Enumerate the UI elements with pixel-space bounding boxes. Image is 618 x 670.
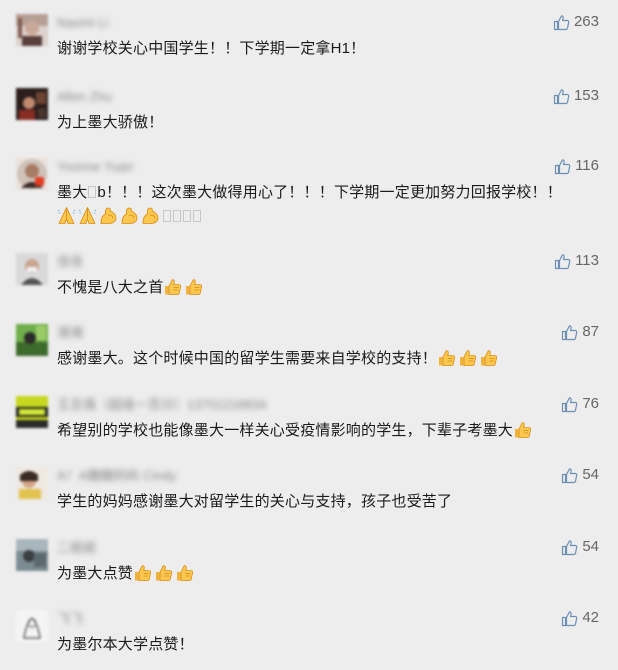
comment-list: Naomi Li 263 谢谢学校关心中国学生！！下学期一定拿H1！ Allen… [0, 0, 618, 670]
avatar[interactable] [16, 610, 48, 642]
like-count: 54 [582, 538, 599, 555]
flexed-biceps-emoji [141, 206, 160, 225]
like-button[interactable]: 76 [561, 394, 599, 414]
comment-text-segment: 为墨大点赞 [57, 565, 134, 582]
missing-glyph-icon [183, 210, 191, 222]
comment-text: 谢谢学校关心中国学生！！下学期一定拿H1！ [57, 37, 572, 61]
missing-glyph-icon [193, 210, 201, 222]
missing-glyph-icon [173, 210, 181, 222]
comment-text: 不愧是八大之首 [57, 276, 572, 300]
avatar[interactable] [16, 88, 48, 120]
like-button[interactable]: 54 [561, 465, 599, 485]
missing-glyph-icon [88, 186, 97, 198]
comment-text: 墨大 b！！！这次墨大做得用心了！！！下学期一定更加努力回报学校！！ [57, 181, 572, 229]
comment-text-segment: 墨大 [57, 184, 88, 201]
folded-hands-emoji [57, 206, 76, 225]
comment-text-segment: 为上墨大骄傲！ [57, 114, 164, 131]
commenter-name[interactable]: Allen Zhu [57, 90, 112, 104]
thumbs-up-emoji [133, 563, 152, 582]
commenter-name[interactable]: Yvonne Yuan [57, 160, 133, 174]
comment-text-segment: 为墨尔本大学点赞！ [57, 636, 194, 653]
avatar[interactable] [16, 539, 48, 571]
thumbs-up-emoji [437, 348, 456, 367]
flexed-biceps-emoji [120, 206, 139, 225]
comment-text: 学生的妈妈感谢墨大对留学生的关心与支持，孩子也受苦了 [57, 490, 572, 514]
thumbs-up-emoji [513, 420, 532, 439]
like-button[interactable]: 263 [553, 12, 599, 32]
like-count: 87 [582, 323, 599, 340]
like-button[interactable]: 54 [561, 537, 599, 557]
like-button[interactable]: 153 [553, 86, 599, 106]
thumbs-up-icon [561, 467, 578, 484]
commenter-name[interactable]: A！A糖糖妈妈 Cindy [57, 469, 176, 483]
commenter-name[interactable]: 飞飞 [57, 612, 83, 626]
comment-text: 为墨尔本大学点赞！ [57, 633, 572, 657]
comment-text: 感谢墨大。这个时候中国的留学生需要来自学校的支持！ [57, 347, 572, 371]
thumbs-up-emoji [184, 277, 203, 296]
commenter-name[interactable]: Naomi Li [57, 16, 108, 30]
comment-text: 为墨大点赞 [57, 562, 572, 586]
thumbs-up-icon [554, 253, 571, 270]
like-count: 42 [582, 609, 599, 626]
comment-text: 希望别的学校也能像墨大一样关心受疫情影响的学生，下辈子考墨大 [57, 419, 572, 443]
like-count: 54 [582, 466, 599, 483]
like-button[interactable]: 42 [561, 608, 599, 628]
thumbs-up-emoji [175, 563, 194, 582]
thumbs-up-icon [561, 396, 578, 413]
like-button[interactable]: 87 [561, 322, 599, 342]
like-count: 153 [573, 87, 599, 104]
like-count: 263 [573, 13, 599, 30]
like-button[interactable]: 116 [554, 156, 599, 176]
folded-hands-emoji [78, 206, 97, 225]
thumbs-up-icon [554, 158, 571, 175]
thumbs-up-icon [561, 610, 578, 627]
avatar[interactable] [16, 158, 48, 190]
comment-text-segment: 希望别的学校也能像墨大一样关心受疫情影响的学生，下辈子考墨大 [57, 422, 514, 439]
like-count: 113 [575, 252, 599, 269]
avatar[interactable] [16, 14, 48, 46]
avatar[interactable] [16, 253, 48, 285]
thumbs-up-icon [561, 539, 578, 556]
avatar[interactable] [16, 467, 48, 499]
comment-text-segment: 感谢墨大。这个时候中国的留学生需要来自学校的支持！ [57, 350, 438, 367]
thumbs-up-icon [553, 14, 570, 31]
commenter-name[interactable]: 湘湘 [57, 326, 83, 340]
comment-text: 为上墨大骄傲！ [57, 111, 572, 135]
thumbs-up-icon [553, 88, 570, 105]
comment-text-segment: 学生的妈妈感谢墨大对留学生的关心与支持，孩子也受苦了 [57, 493, 453, 510]
commenter-name[interactable]: 佳佳 [57, 255, 83, 269]
like-count: 76 [582, 395, 599, 412]
flexed-biceps-emoji [99, 206, 118, 225]
avatar[interactable] [16, 324, 48, 356]
missing-glyph-icon [163, 210, 171, 222]
avatar[interactable] [16, 396, 48, 428]
thumbs-up-emoji [163, 277, 182, 296]
comment-text-segment: 不愧是八大之首 [57, 279, 164, 296]
thumbs-up-emoji [479, 348, 498, 367]
comment-text-segment: 谢谢学校关心中国学生！！下学期一定拿H1！ [57, 40, 366, 57]
commenter-name[interactable]: 王志强（超级一百分）13701218834 [57, 398, 267, 412]
thumbs-up-icon [561, 324, 578, 341]
comment-text-segment: b！！！这次墨大做得用心了！！！下学期一定更加努力回报学校！！ [97, 184, 562, 201]
like-count: 116 [575, 157, 599, 174]
thumbs-up-emoji [154, 563, 173, 582]
like-button[interactable]: 113 [554, 251, 599, 271]
commenter-name[interactable]: 二姐姐 [57, 541, 96, 555]
thumbs-up-emoji [458, 348, 477, 367]
